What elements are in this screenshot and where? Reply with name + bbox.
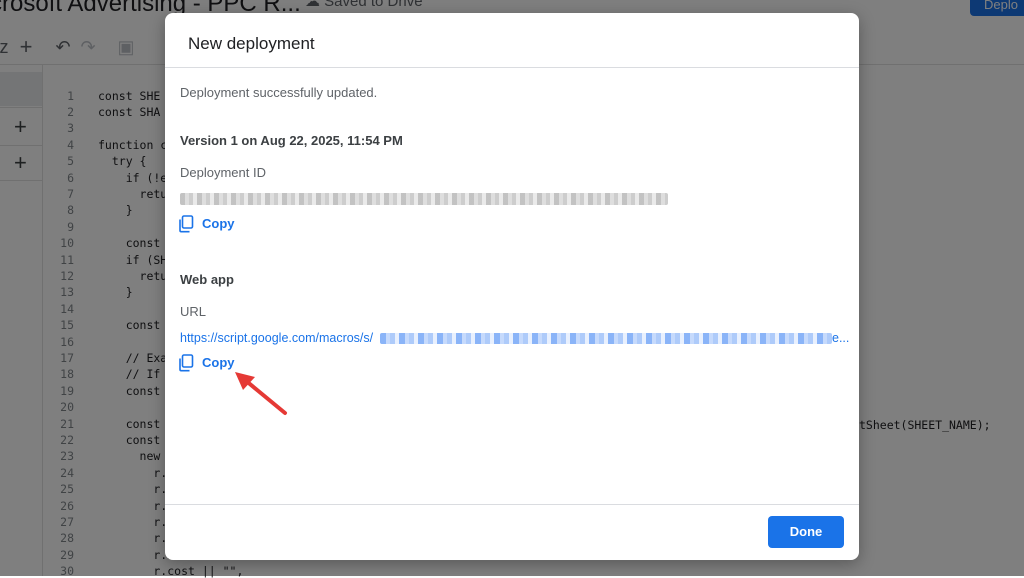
deployment-id-label: Deployment ID <box>180 165 266 180</box>
done-button[interactable]: Done <box>768 516 844 548</box>
web-app-url-link[interactable]: https://script.google.com/macros/s/ e... <box>180 331 849 347</box>
url-prefix: https://script.google.com/macros/s/ <box>180 331 374 345</box>
deployment-version: Version 1 on Aug 22, 2025, 11:54 PM <box>180 133 403 148</box>
url-redacted-segment <box>380 333 832 344</box>
dialog-title: New deployment <box>188 34 315 53</box>
deployment-status-message: Deployment successfully updated. <box>180 85 378 100</box>
url-ellipsis: e... <box>832 331 850 345</box>
copy-label: Copy <box>202 216 235 231</box>
copy-icon <box>179 215 194 233</box>
annotation-arrow-icon <box>235 372 287 415</box>
dialog-footer-divider <box>165 504 859 505</box>
deployment-id-value-redacted <box>180 193 668 205</box>
new-deployment-dialog: New deployment Deployment successfully u… <box>165 13 859 560</box>
dialog-header-divider <box>165 67 859 68</box>
url-label: URL <box>180 304 207 319</box>
web-app-heading: Web app <box>180 272 234 287</box>
copy-icon <box>179 354 194 372</box>
